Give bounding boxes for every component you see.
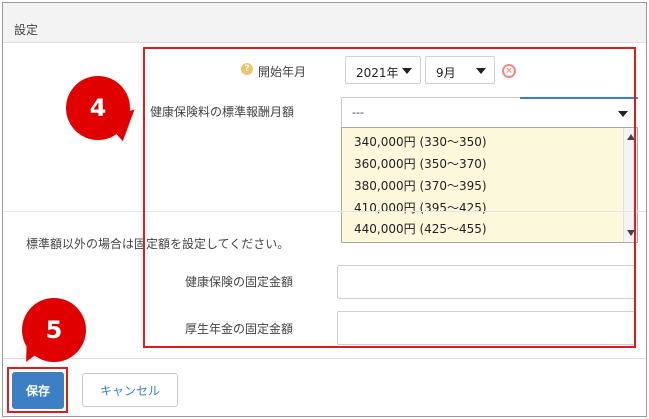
step-4-badge: 4 — [66, 76, 130, 140]
panel-header: 設定 — [3, 3, 646, 43]
highlight-box-step4 — [143, 47, 636, 348]
panel-title: 設定 — [14, 23, 39, 37]
cancel-button[interactable]: キャンセル — [82, 373, 178, 407]
footer-divider — [3, 358, 646, 359]
step-5-badge: 5 — [22, 298, 86, 362]
save-button[interactable]: 保存 — [12, 372, 64, 409]
